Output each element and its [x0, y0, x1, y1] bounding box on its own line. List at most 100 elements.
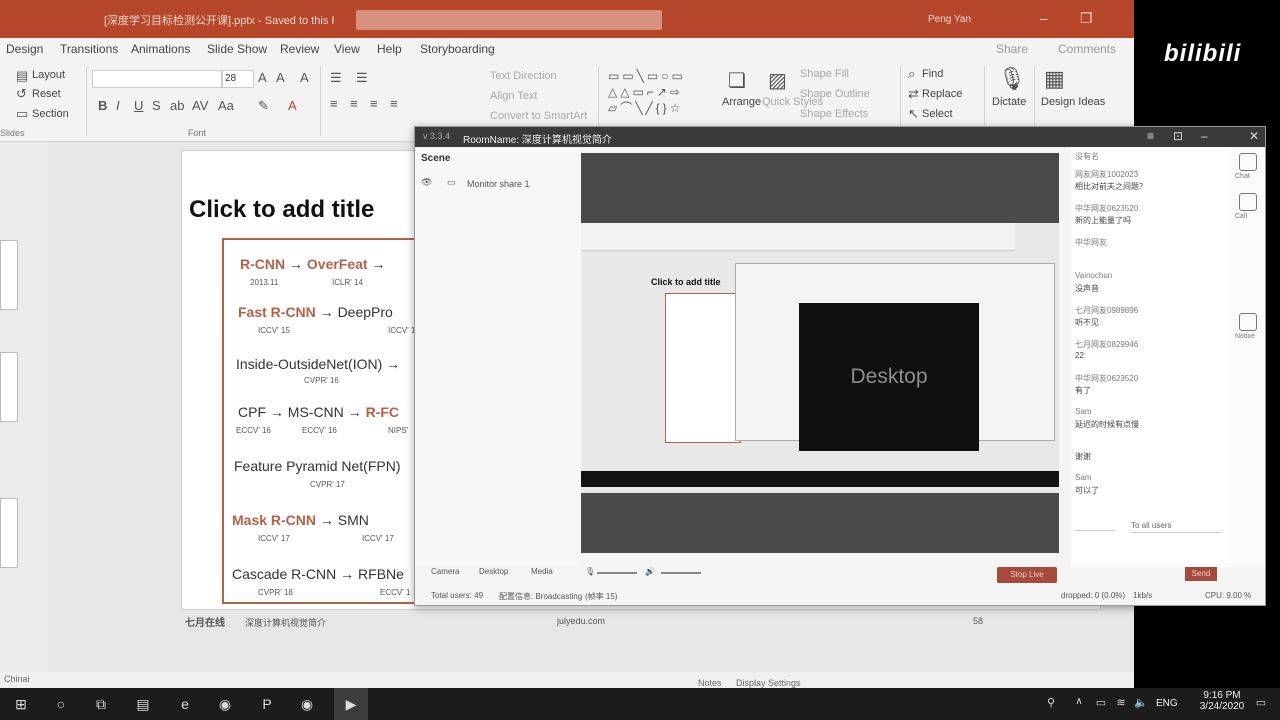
display-settings-button[interactable]: Display Settings	[736, 678, 801, 688]
notes-button[interactable]: Notes	[698, 678, 722, 688]
microphone-icon[interactable]: 🎙	[585, 567, 595, 576]
slide-title-placeholder[interactable]: Click to add title	[189, 196, 374, 224]
align-right-icon[interactable]: ≡	[370, 96, 378, 111]
share-button[interactable]: Share	[996, 42, 1028, 56]
call-icon[interactable]	[1239, 193, 1257, 211]
italic-icon[interactable]: I	[116, 98, 120, 113]
browser-icon[interactable]: ◉	[298, 696, 316, 712]
powerpoint-icon[interactable]: P	[258, 696, 276, 712]
notifications-icon[interactable]: ▭	[1252, 696, 1270, 712]
stream-controls: Camera Desktop Media 🎙 🔊 Stop Live Send …	[415, 567, 1265, 605]
edge-icon[interactable]: e	[176, 696, 194, 712]
chrome-icon[interactable]: ◉	[216, 696, 234, 712]
justify-icon[interactable]: ≡	[390, 96, 398, 111]
tab-slide-show[interactable]: Slide Show	[207, 42, 267, 56]
notice-icon[interactable]	[1239, 313, 1257, 331]
design-ideas-button[interactable]: Design Ideas	[1041, 96, 1105, 108]
minimize-icon[interactable]: –	[1201, 129, 1208, 143]
input-language[interactable]: ENG	[1156, 698, 1178, 709]
chat-username: Sam	[1075, 473, 1092, 482]
restore-icon[interactable]: ❐	[1080, 10, 1093, 27]
chat-username: 中华网友0623520	[1075, 374, 1139, 383]
menu-icon[interactable]: ≡	[1147, 129, 1154, 143]
tab-view[interactable]: View	[334, 42, 360, 56]
chat-icon[interactable]	[1239, 153, 1257, 171]
bullets-icon[interactable]: ☰	[330, 70, 342, 86]
shape-outline-button[interactable]: Shape Outline	[800, 88, 870, 100]
scene-item[interactable]: 👁 ▭ Monitor share 1	[421, 177, 575, 195]
search-box[interactable]	[356, 10, 662, 30]
file-explorer-icon[interactable]: ▤	[134, 696, 152, 712]
tab-transitions[interactable]: Transitions	[60, 42, 118, 56]
tab-storyboarding[interactable]: Storyboarding	[420, 42, 495, 56]
stop-live-button[interactable]: Stop Live	[997, 567, 1057, 583]
strikethrough-icon[interactable]: ab	[170, 98, 184, 113]
highlight-icon[interactable]: ✎	[258, 98, 269, 114]
reset-button[interactable]: Reset	[32, 88, 61, 100]
find-button[interactable]: Find	[922, 68, 943, 80]
windows-start-icon[interactable]: ⊞	[12, 696, 30, 712]
mic-volume-slider[interactable]	[597, 572, 637, 574]
align-center-icon[interactable]: ≡	[350, 96, 358, 111]
section-button[interactable]: Section	[32, 108, 69, 120]
detection-timeline[interactable]: R-CNN → OverFeat → 2013.11 ICLR' 14 Fast…	[222, 238, 422, 604]
tab-animations[interactable]: Animations	[131, 42, 190, 56]
convert-smartart-button[interactable]: Convert to SmartArt	[490, 110, 587, 122]
clear-format-icon[interactable]: A	[300, 70, 309, 85]
search-icon[interactable]: ○	[52, 696, 70, 712]
comments-button[interactable]: Comments	[1058, 42, 1116, 56]
close-icon[interactable]: ✕	[1249, 129, 1259, 143]
volume-icon[interactable]: 🔈	[1132, 696, 1150, 712]
numbering-icon[interactable]: ☰	[356, 70, 368, 86]
grow-font-icon[interactable]: A	[258, 70, 267, 85]
shape-fill-button[interactable]: Shape Fill	[800, 68, 849, 80]
taskbar-active-app[interactable]: ▶	[334, 688, 368, 720]
minimize-icon[interactable]: –	[1040, 10, 1048, 26]
dictate-button[interactable]: Dictate	[992, 96, 1026, 108]
people-icon[interactable]: ⚲	[1042, 696, 1060, 712]
venue-label: ICCV' 15	[258, 326, 290, 335]
desktop-source-button[interactable]: Desktop	[479, 567, 508, 576]
layout-button[interactable]: Layout	[32, 69, 65, 81]
tab-design[interactable]: Design	[6, 42, 43, 56]
align-text-button[interactable]: Align Text	[490, 90, 538, 102]
task-view-icon[interactable]: ⧉	[92, 696, 110, 712]
shadow-icon[interactable]: S	[152, 98, 161, 113]
fullscreen-icon[interactable]: ⊡	[1173, 129, 1183, 143]
user-name[interactable]: Peng Yan	[928, 14, 971, 25]
camera-source-button[interactable]: Camera	[431, 567, 459, 576]
arrange-button[interactable]: Arrange	[722, 96, 761, 108]
slide-thumbnail[interactable]	[0, 498, 18, 568]
shrink-font-icon[interactable]: A	[276, 70, 285, 85]
underline-icon[interactable]: U	[134, 98, 143, 113]
system-clock[interactable]: 9:16 PM 3/24/2020	[1196, 690, 1248, 712]
shapes-gallery[interactable]: ▭▭╲▭○▭ △△▭⌐↗⇨ ▱⌒╲╱{}☆	[608, 68, 718, 118]
tab-help[interactable]: Help	[377, 42, 402, 56]
show-hidden-icons[interactable]: ∧	[1070, 696, 1088, 712]
align-left-icon[interactable]: ≡	[330, 96, 338, 111]
thumbnail-pane	[0, 142, 48, 672]
bold-icon[interactable]: B	[98, 98, 107, 113]
tab-review[interactable]: Review	[280, 42, 319, 56]
model-name: Fast R-CNN	[238, 304, 316, 320]
send-button[interactable]: Send	[1185, 567, 1217, 581]
change-case-icon[interactable]: Aa	[218, 98, 234, 113]
select-button[interactable]: Select	[922, 108, 953, 120]
media-source-button[interactable]: Media	[531, 567, 553, 576]
eye-icon[interactable]: 👁	[421, 177, 432, 188]
slide-thumbnail[interactable]	[0, 352, 18, 422]
speaker-volume-slider[interactable]	[661, 572, 701, 574]
wifi-icon[interactable]: ≋	[1112, 696, 1130, 712]
text-direction-button[interactable]: Text Direction	[490, 70, 557, 82]
chat-recipient-select[interactable]: To all users	[1131, 521, 1221, 533]
speaker-icon[interactable]: 🔊	[645, 567, 655, 576]
replace-button[interactable]: Replace	[922, 88, 962, 100]
font-color-icon[interactable]: A	[288, 98, 297, 113]
shape-effects-button[interactable]: Shape Effects	[800, 108, 868, 120]
battery-icon[interactable]: ▭	[1092, 696, 1110, 712]
spacing-icon[interactable]: AV	[192, 98, 208, 113]
font-name-input[interactable]	[92, 70, 222, 88]
chat-toolbar[interactable]	[1075, 519, 1115, 531]
font-size-input[interactable]: 28	[222, 70, 254, 88]
slide-thumbnail[interactable]	[0, 240, 18, 310]
